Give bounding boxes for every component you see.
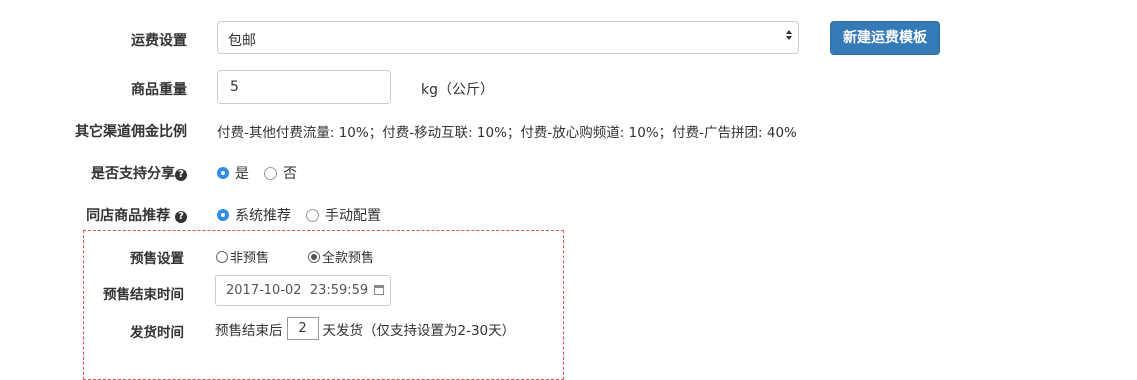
recommend-label-row: 同店商品推荐 ? [40, 205, 187, 225]
weight-label: 商品重量 [131, 82, 187, 98]
presale-end-datetime-value: 2017-10-02 23:59:59 [226, 283, 369, 298]
share-label: 是否支持分享 [91, 166, 175, 182]
radio-checked-icon [308, 250, 320, 263]
weight-unit: kg（公斤） [421, 82, 494, 98]
ship-time-suffix: 天发货（仅支持设置为2-30天） [322, 322, 516, 339]
share-option-yes-label: 是 [235, 166, 249, 182]
shipping-label: 运费设置 [131, 33, 187, 49]
recommend-label: 同店商品推荐 [86, 208, 171, 224]
help-icon[interactable]: ? [175, 169, 187, 181]
share-option-no-label: 否 [283, 166, 297, 182]
radio-unchecked-icon [264, 166, 277, 180]
ship-days-input[interactable]: 2 [286, 317, 319, 340]
presale-end-datetime-input[interactable]: 2017-10-02 23:59:59 [215, 275, 391, 306]
presale-option-none-label: 非预售 [230, 251, 270, 266]
shipping-template-value: 包邮 [228, 33, 256, 49]
share-label-row: 是否支持分享? [40, 163, 187, 183]
commission-text: 付费-其他付费流量: 10%；付费-移动互联: 10%；付费-放心购频道: 10… [217, 125, 797, 141]
radio-checked-icon [217, 167, 229, 179]
share-option-yes[interactable]: 是 [217, 163, 249, 183]
commission-label: 其它渠道佣金比例 [75, 124, 187, 140]
calendar-icon[interactable] [374, 285, 384, 295]
help-icon[interactable]: ? [175, 211, 187, 223]
share-option-no[interactable]: 否 [264, 163, 297, 183]
radio-unchecked-icon [216, 250, 228, 263]
presale-option-none[interactable]: 非预售 [216, 247, 269, 266]
radio-unchecked-icon [306, 208, 319, 222]
recommend-option-system[interactable]: 系统推荐 [217, 205, 291, 225]
recommend-option-manual-label: 手动配置 [325, 208, 381, 224]
select-arrows-icon [785, 28, 793, 42]
ship-time-label: 发货时间 [130, 325, 184, 341]
radio-checked-icon [217, 209, 229, 221]
presale-option-full[interactable]: 全款预售 [308, 247, 374, 266]
ship-time-prefix: 预售结束后 [215, 322, 283, 339]
new-shipping-template-button[interactable]: 新建运费模板 [830, 21, 940, 55]
ship-time-row: 预售结束后 2 天发货（仅支持设置为2-30天） [215, 317, 515, 340]
recommend-option-manual[interactable]: 手动配置 [306, 205, 381, 225]
recommend-option-system-label: 系统推荐 [235, 208, 291, 224]
weight-input[interactable]: 5 [217, 70, 391, 104]
shipping-template-select[interactable]: 包邮 [217, 21, 799, 54]
presale-end-label: 预售结束时间 [103, 287, 184, 303]
presale-option-full-label: 全款预售 [322, 251, 375, 266]
presale-label: 预售设置 [130, 251, 184, 267]
